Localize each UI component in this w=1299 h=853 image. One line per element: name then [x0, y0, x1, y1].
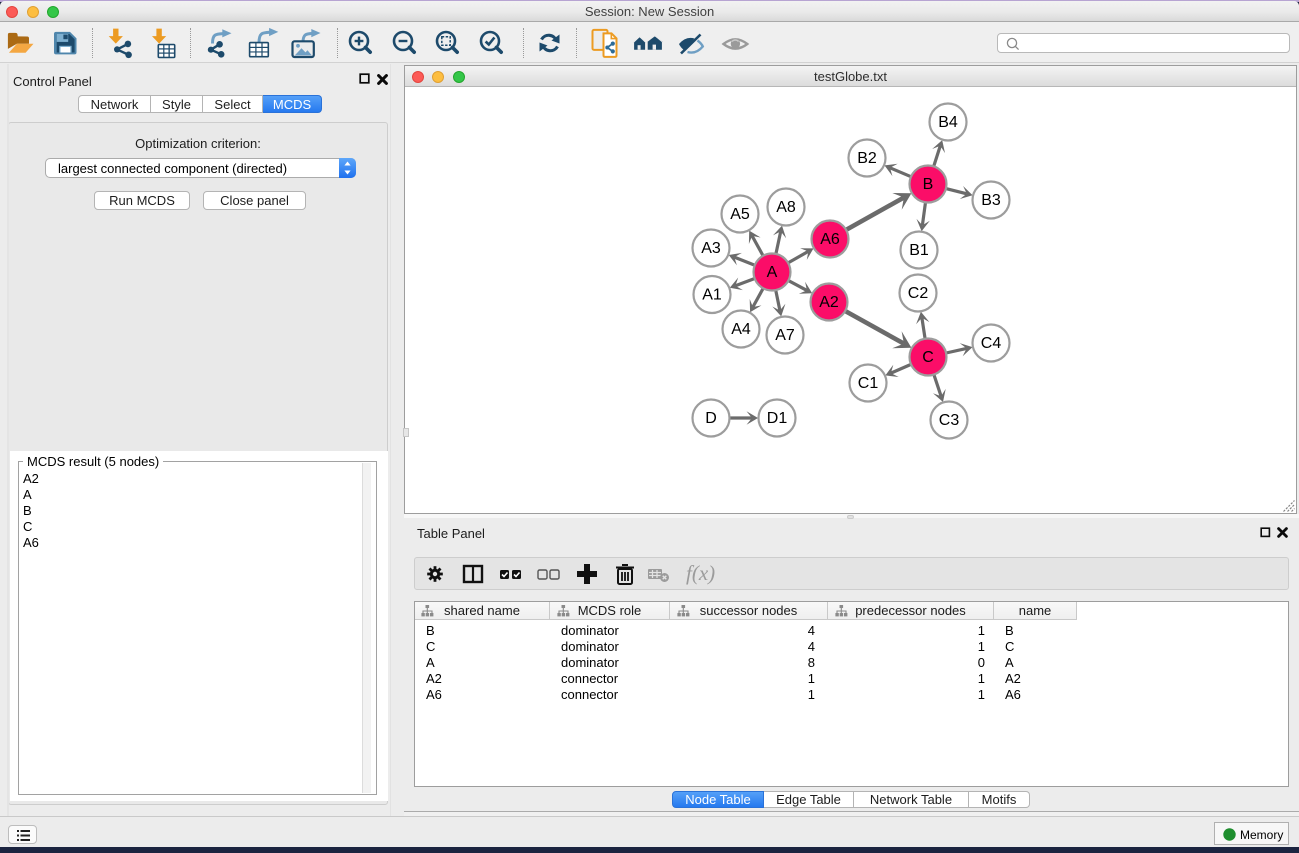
- svg-text:C1: C1: [858, 375, 879, 392]
- svg-text:A4: A4: [731, 321, 751, 338]
- svg-text:D: D: [705, 410, 717, 427]
- svg-text:A7: A7: [775, 327, 795, 344]
- svg-text:B3: B3: [981, 192, 1001, 209]
- svg-text:B2: B2: [857, 150, 877, 167]
- svg-text:B4: B4: [938, 114, 958, 131]
- svg-text:D1: D1: [767, 410, 788, 427]
- svg-text:A8: A8: [776, 199, 796, 216]
- svg-text:C4: C4: [981, 335, 1002, 352]
- svg-text:A: A: [767, 264, 778, 281]
- svg-text:B1: B1: [909, 242, 929, 259]
- svg-text:A5: A5: [730, 206, 750, 223]
- svg-text:C: C: [922, 349, 934, 366]
- svg-text:A1: A1: [702, 287, 722, 304]
- svg-text:A3: A3: [701, 240, 721, 257]
- svg-text:A6: A6: [820, 231, 840, 248]
- svg-text:C3: C3: [939, 412, 960, 429]
- svg-text:B: B: [923, 176, 934, 193]
- svg-text:C2: C2: [908, 285, 929, 302]
- svg-text:A2: A2: [819, 294, 839, 311]
